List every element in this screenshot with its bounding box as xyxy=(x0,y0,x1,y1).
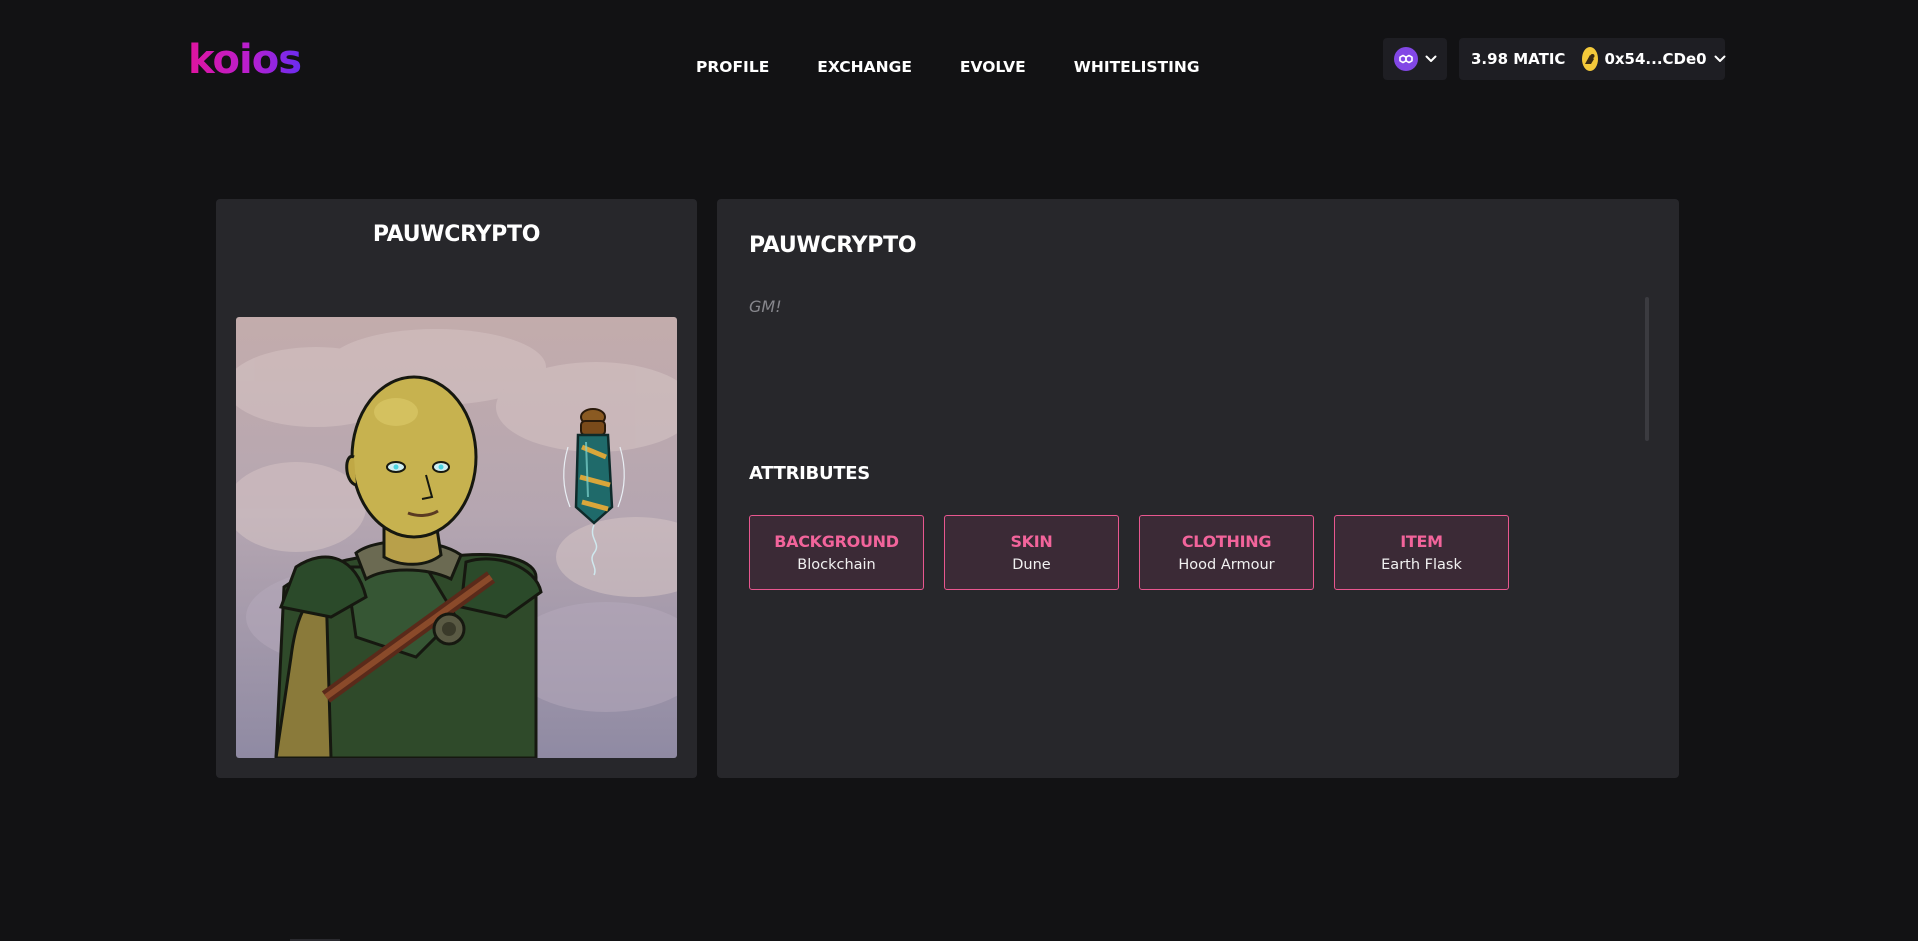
bio-scrollbar[interactable] xyxy=(1645,297,1649,441)
attribute-skin: SKIN Dune xyxy=(944,515,1119,590)
nav-evolve-link[interactable]: EVOLVE xyxy=(960,56,1026,78)
wallet-balance: 3.98 MATIC xyxy=(1471,50,1566,68)
nft-name: PAUWCRYPTO xyxy=(372,222,541,247)
wallet-address: 0x54...CDe0 xyxy=(1604,50,1707,68)
character-portrait xyxy=(236,329,677,758)
nav-whitelisting-link[interactable]: WHITELISTING xyxy=(1074,56,1200,78)
attributes-list: BACKGROUND Blockchain SKIN Dune CLOTHING… xyxy=(749,515,1509,590)
nav-exchange-link[interactable]: EXCHANGE xyxy=(817,56,912,78)
attribute-type: ITEM xyxy=(1400,531,1443,551)
network-selector-button[interactable] xyxy=(1383,38,1447,80)
koios-logo[interactable]: koios xyxy=(188,32,302,88)
attribute-clothing: CLOTHING Hood Armour xyxy=(1139,515,1314,590)
polygon-icon xyxy=(1393,47,1418,71)
chevron-down-icon xyxy=(1425,55,1437,63)
attribute-background: BACKGROUND Blockchain xyxy=(749,515,924,590)
wallet-avatar-icon xyxy=(1582,47,1599,71)
nft-details-card: PAUWCRYPTO GM! ATTRIBUTES BACKGROUND Blo… xyxy=(717,199,1679,778)
attribute-type: SKIN xyxy=(1010,531,1053,551)
nft-card: PAUWCRYPTO xyxy=(216,199,697,778)
attributes-heading: ATTRIBUTES xyxy=(749,463,870,484)
details-title: PAUWCRYPTO xyxy=(749,233,917,258)
attribute-value: Blockchain xyxy=(797,556,876,573)
nft-image xyxy=(236,317,677,758)
attribute-item: ITEM Earth Flask xyxy=(1334,515,1509,590)
wallet-button[interactable]: 3.98 MATIC 0x54...CDe0 xyxy=(1459,38,1726,80)
bio-text: GM! xyxy=(749,297,782,316)
attribute-value: Dune xyxy=(1012,556,1051,573)
attribute-value: Earth Flask xyxy=(1381,556,1462,573)
chevron-down-icon xyxy=(1714,55,1726,63)
attribute-type: CLOTHING xyxy=(1181,531,1272,551)
main-nav: PROFILE EXCHANGE EVOLVE WHITELISTING xyxy=(696,56,1200,78)
attribute-value: Hood Armour xyxy=(1178,556,1275,573)
attribute-type: BACKGROUND xyxy=(774,531,899,551)
nav-profile-link[interactable]: PROFILE xyxy=(696,56,769,78)
